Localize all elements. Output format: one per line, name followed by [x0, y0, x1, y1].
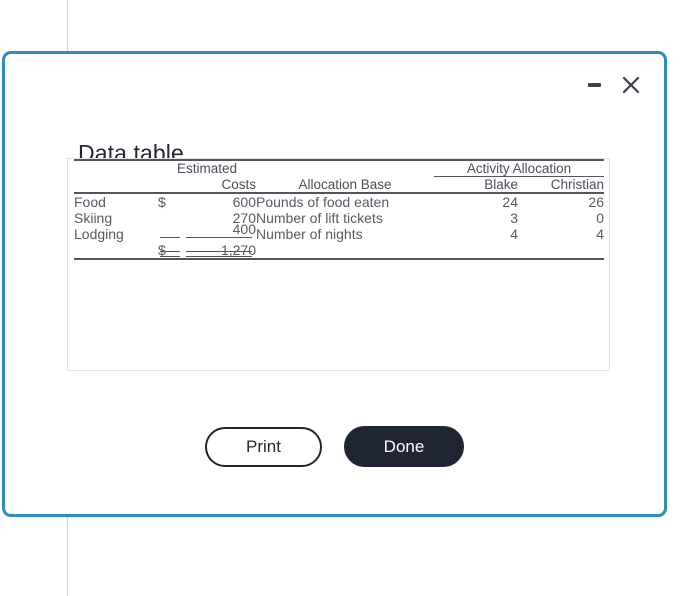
column-header-costs: Costs [221, 176, 256, 192]
cell-blake: 4 [510, 226, 518, 242]
window-controls [587, 74, 642, 96]
group-header-estimated: Estimated [176, 161, 238, 177]
cell-allocation-base: Number of lift tickets [256, 210, 383, 226]
cell-item: Food [74, 194, 106, 210]
total-blake [434, 242, 518, 259]
minimize-icon[interactable] [587, 78, 602, 93]
total-item [74, 242, 158, 259]
table-row: Skiing 270 Number of lift tickets 3 0 [74, 210, 604, 226]
data-table: Estimated Activity Allocation Costs Allo… [74, 159, 604, 261]
group-header-blank [74, 161, 158, 177]
cell-christian: 26 [588, 194, 604, 210]
subtotal-rule-right [186, 236, 252, 238]
table-bottom-rule [74, 258, 604, 261]
done-button[interactable]: Done [344, 426, 464, 467]
cell-blake: 24 [502, 194, 518, 210]
column-header-blake: Blake [484, 177, 518, 192]
cell-item: Lodging [74, 226, 124, 242]
print-button[interactable]: Print [205, 426, 322, 467]
group-header-activity-allocation: Activity Allocation [434, 161, 604, 177]
total-amount: 1,270 [184, 242, 256, 259]
data-table-modal: Data table Estimated Activity Allocation… [2, 51, 667, 517]
total-currency: $ [158, 242, 184, 259]
total-christian [518, 242, 604, 259]
cell-blake: 3 [510, 210, 518, 226]
cell-amount-text: 400 [232, 221, 256, 237]
cell-allocation-base: Number of nights [256, 226, 363, 242]
cell-christian: 0 [596, 210, 604, 226]
table-row: Lodging 400 Number of nights 4 4 [74, 221, 604, 242]
close-icon[interactable] [620, 74, 642, 96]
table-group-header-row: Estimated Activity Allocation [74, 161, 604, 177]
cell-currency [158, 210, 184, 226]
total-double-rule-right [186, 251, 252, 257]
modal-footer: Print Done [5, 426, 664, 467]
cell-currency [158, 226, 184, 242]
subtotal-rule-left [160, 236, 180, 238]
cell-amount: 400 [184, 221, 256, 242]
total-double-rule-left [160, 251, 180, 257]
total-base [256, 242, 434, 259]
table-total-row: $ 1,270 [74, 242, 604, 259]
column-header-currency [158, 177, 184, 194]
column-header-item [74, 177, 158, 194]
cell-amount: 600 [232, 194, 256, 210]
group-header-blank-2 [256, 161, 434, 177]
column-header-christian: Christian [550, 177, 604, 192]
data-table-container: Estimated Activity Allocation Costs Allo… [67, 158, 610, 371]
table-row: Food $ 600 Pounds of food eaten 24 26 [74, 194, 604, 210]
cell-item: Skiing [74, 210, 113, 226]
cell-allocation-base: Pounds of food eaten [256, 194, 390, 210]
column-header-allocation-base: Allocation Base [298, 176, 392, 192]
cell-currency: $ [158, 194, 166, 210]
cell-christian: 4 [596, 226, 604, 242]
table-column-header-row: Costs Allocation Base Blake Christian [74, 177, 604, 194]
